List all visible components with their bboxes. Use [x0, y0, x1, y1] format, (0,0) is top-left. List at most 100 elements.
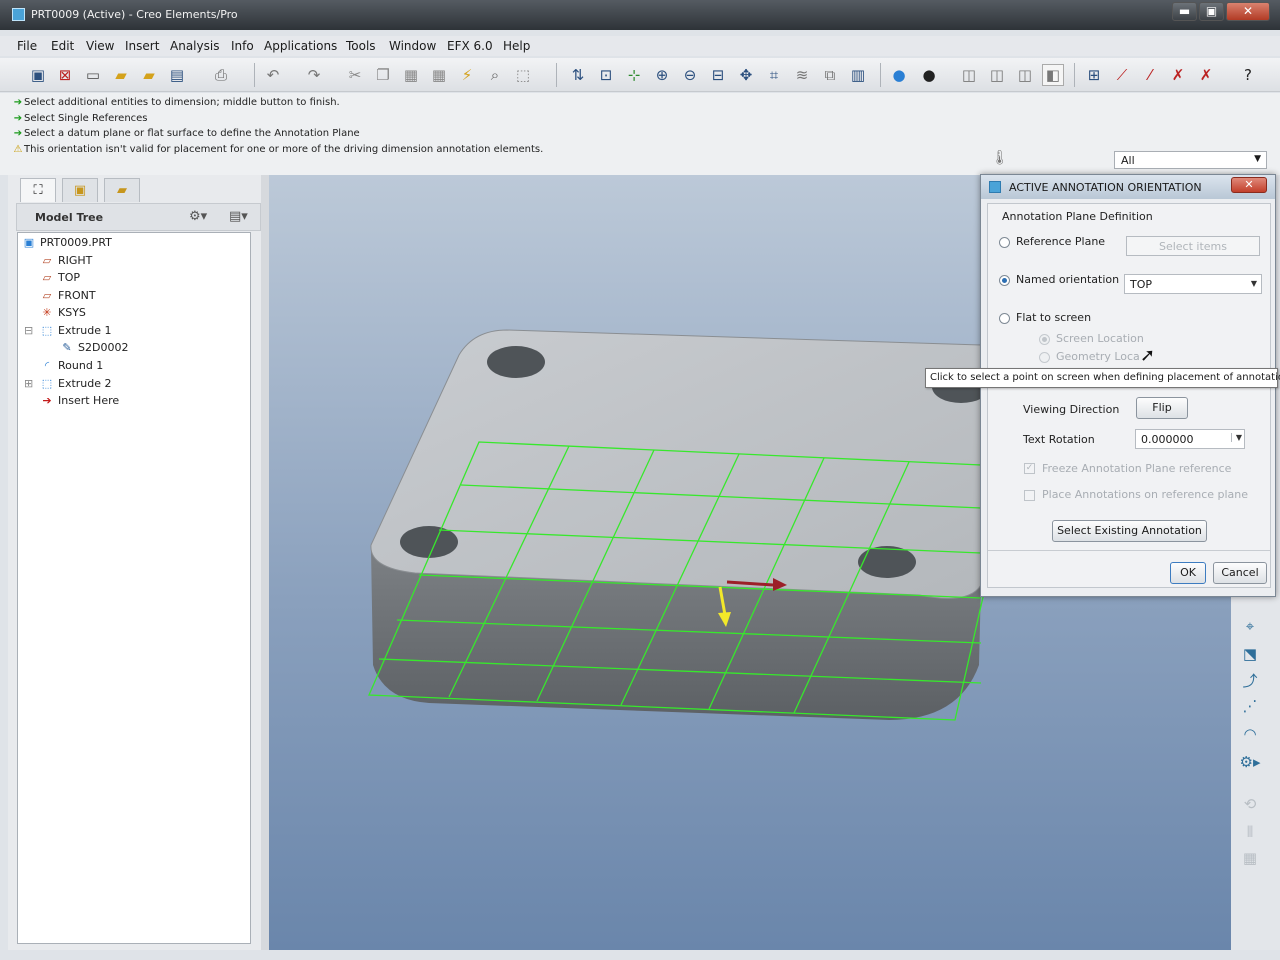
reference-plane-radio[interactable] — [999, 237, 1010, 248]
menu-edit[interactable]: Edit — [51, 39, 74, 53]
text-rotation-input[interactable]: 0.000000 ▼ — [1135, 429, 1245, 449]
datum-axis-icon[interactable]: ⌖ — [1237, 615, 1263, 637]
menu-analysis[interactable]: Analysis — [170, 39, 219, 53]
tree-settings-icon[interactable]: ⚙▾ — [189, 209, 207, 224]
shaded-icon[interactable]: ◧ — [1042, 64, 1064, 86]
cancel-button[interactable]: Cancel — [1213, 562, 1267, 584]
save-icon[interactable]: ▤ — [166, 64, 188, 86]
menu-applications[interactable]: Applications — [264, 39, 337, 53]
menu-view[interactable]: View — [86, 39, 114, 53]
zoom-in-icon[interactable]: ⊕ — [651, 64, 673, 86]
regenerate-icon[interactable]: ⚡ — [456, 64, 478, 86]
tab-model-tree[interactable]: ⛶ — [20, 178, 56, 202]
mirror-icon[interactable]: ⟲ — [1237, 793, 1263, 815]
tree-item-insert-here[interactable]: ➔ Insert Here — [40, 394, 119, 407]
no-hidden-icon[interactable]: ◫ — [1014, 64, 1036, 86]
shading-icon[interactable]: ● — [918, 64, 940, 86]
tooltip: Click to select a point on screen when d… — [925, 368, 1280, 388]
cut-icon[interactable]: ✂ — [344, 64, 366, 86]
close-button[interactable]: ✕ — [1226, 2, 1270, 21]
screen-location-radio[interactable] — [1039, 334, 1050, 345]
menu-file[interactable]: File — [17, 39, 37, 53]
tree-item-top[interactable]: ▱ TOP — [40, 271, 80, 284]
datum-axis-toggle-icon[interactable]: ⟋ — [1111, 64, 1133, 86]
selection-filter[interactable]: All ▼ — [1114, 151, 1267, 169]
undo-icon[interactable]: ↶ — [262, 64, 284, 86]
datum-curve-icon[interactable]: ⤴ — [1237, 669, 1263, 691]
layers-icon[interactable]: ≋ — [791, 64, 813, 86]
expand-icon[interactable]: ⊞ — [24, 377, 33, 390]
tree-item-extrude1[interactable]: ⬚ Extrude 1 — [40, 324, 112, 337]
select-items-field[interactable]: Select items — [1126, 236, 1260, 256]
panel-splitter[interactable] — [261, 175, 269, 950]
repaint-icon[interactable]: ⇅ — [567, 64, 589, 86]
tree-item-ksys[interactable]: ✳ KSYS — [40, 306, 86, 319]
expand-icon[interactable]: ⊟ — [24, 324, 33, 337]
open-icon[interactable]: ▰ — [138, 64, 160, 86]
appearance-icon[interactable]: ▥ — [847, 64, 869, 86]
new-icon[interactable]: ▣ — [27, 64, 49, 86]
tree-item-extrude2[interactable]: ⬚ Extrude 2 — [40, 377, 112, 390]
appearance-gallery-icon[interactable]: ● — [888, 64, 910, 86]
hidden-line-icon[interactable]: ◫ — [986, 64, 1008, 86]
copy-icon[interactable]: ❐ — [372, 64, 394, 86]
redo-icon[interactable]: ↷ — [303, 64, 325, 86]
open-folder-icon[interactable]: ▰ — [110, 64, 132, 86]
flip-button[interactable]: Flip — [1136, 397, 1188, 419]
pattern-icon[interactable]: ⫴ — [1237, 821, 1263, 843]
saved-views-icon[interactable]: ⌗ — [763, 64, 785, 86]
wireframe-icon[interactable]: ◫ — [958, 64, 980, 86]
csys-toggle-icon[interactable]: ✗ — [1167, 64, 1189, 86]
menu-info[interactable]: Info — [231, 39, 254, 53]
tree-item-sketch[interactable]: ✎ S2D0002 — [60, 341, 128, 354]
table-icon[interactable]: ▦ — [1237, 847, 1263, 869]
flat-to-screen-radio[interactable] — [999, 313, 1010, 324]
geometry-location-radio[interactable] — [1039, 352, 1050, 363]
annotation-toggle-icon[interactable]: ✗ — [1195, 64, 1217, 86]
select-box-icon[interactable]: ⬚ — [512, 64, 534, 86]
orient-mode-icon[interactable]: ⊹ — [623, 64, 645, 86]
freeze-reference-checkbox[interactable]: ✓ — [1024, 463, 1035, 474]
dialog-close-button[interactable]: ✕ — [1231, 177, 1267, 193]
paste-special-icon[interactable]: ▦ — [428, 64, 450, 86]
minimize-button[interactable]: ▬ — [1172, 2, 1197, 21]
tab-favorites[interactable]: ▰ — [104, 178, 140, 202]
menu-tools[interactable]: Tools — [346, 39, 376, 53]
find-icon[interactable]: ⌕ — [484, 64, 506, 86]
ok-button[interactable]: OK — [1170, 562, 1206, 584]
menu-efx[interactable]: EFX 6.0 — [447, 39, 493, 53]
print-icon[interactable]: ⎙ — [210, 64, 232, 86]
round-tool-icon[interactable]: ◠ — [1237, 723, 1263, 745]
datum-point-icon[interactable]: ⋰ — [1237, 695, 1263, 717]
spin-center-icon[interactable]: ⊡ — [595, 64, 617, 86]
help-icon[interactable]: ? — [1237, 64, 1259, 86]
chevron-down-icon[interactable]: ▼ — [1230, 433, 1242, 442]
feature-tool-icon[interactable]: ⚙▸ — [1237, 751, 1263, 773]
dialog-title-bar: ACTIVE ANNOTATION ORIENTATION ✕ — [981, 175, 1275, 199]
menu-help[interactable]: Help — [503, 39, 530, 53]
new-file-icon[interactable]: ▭ — [82, 64, 104, 86]
insert-arrow-icon: ➔ — [42, 394, 52, 407]
paste-icon[interactable]: ▦ — [400, 64, 422, 86]
place-on-reference-checkbox[interactable] — [1024, 490, 1035, 501]
tab-folder-browser[interactable]: ▣ — [62, 178, 98, 202]
tree-item-right[interactable]: ▱ RIGHT — [40, 254, 93, 267]
view-manager-icon[interactable]: ⧉ — [819, 64, 841, 86]
sketch-tool-icon[interactable]: ⬔ — [1237, 643, 1263, 665]
named-orientation-select[interactable]: TOP ▼ — [1124, 274, 1262, 294]
refit-icon[interactable]: ⊟ — [707, 64, 729, 86]
datum-point-toggle-icon[interactable]: ⁄ — [1139, 64, 1161, 86]
menu-window[interactable]: Window — [389, 39, 436, 53]
maximize-button[interactable]: ▣ — [1199, 2, 1224, 21]
zoom-out-icon[interactable]: ⊖ — [679, 64, 701, 86]
tree-item-round1[interactable]: ◜ Round 1 — [40, 359, 103, 372]
menu-insert[interactable]: Insert — [125, 39, 159, 53]
tree-filters-icon[interactable]: ▤▾ — [229, 209, 248, 224]
datum-plane-toggle-icon[interactable]: ⊞ — [1083, 64, 1105, 86]
tree-item-front[interactable]: ▱ FRONT — [40, 289, 96, 302]
tree-item-part[interactable]: ▣ PRT0009.PRT — [22, 236, 112, 249]
named-orientation-radio[interactable] — [999, 275, 1010, 286]
select-existing-annotation-button[interactable]: Select Existing Annotation — [1052, 520, 1207, 542]
close-window-icon[interactable]: ⊠ — [54, 64, 76, 86]
reorient-icon[interactable]: ✥ — [735, 64, 757, 86]
